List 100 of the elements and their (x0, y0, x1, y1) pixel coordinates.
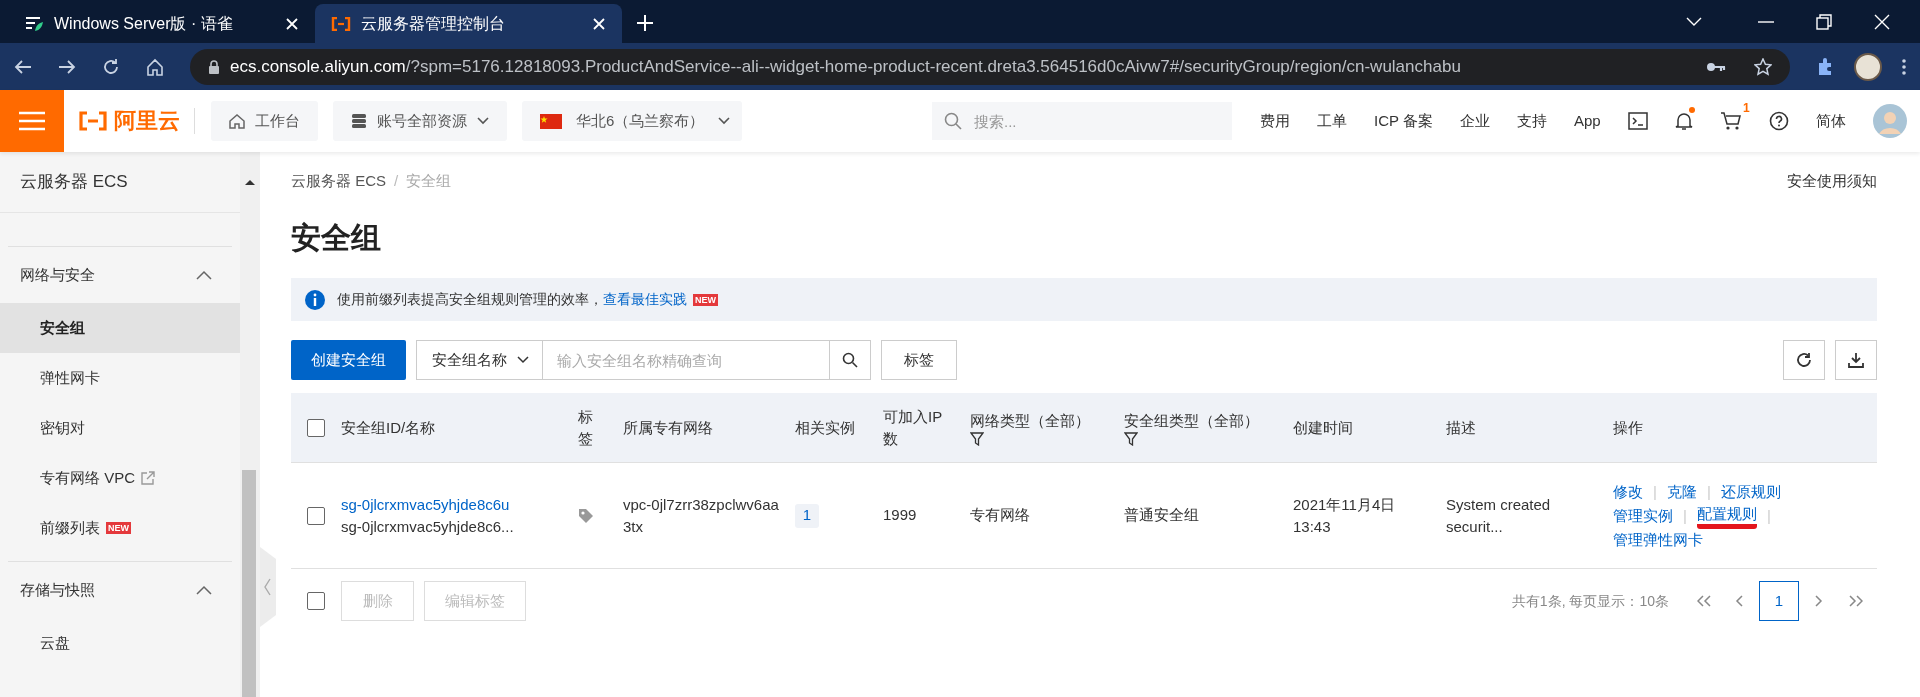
action-separator: | (1705, 481, 1712, 502)
page-button[interactable]: 1 (1759, 581, 1799, 621)
profile-avatar[interactable] (1854, 52, 1882, 81)
tag-button[interactable]: 标签 (881, 340, 957, 380)
best-practice-link[interactable]: 查看最佳实践 (603, 291, 687, 307)
action-link[interactable]: 管理实例 (1613, 503, 1673, 528)
forward-icon[interactable] (58, 58, 76, 75)
region-dropdown[interactable]: 华北6（乌兰察布） (522, 101, 742, 141)
table-cell: 专有网络 (970, 506, 1030, 524)
search-input[interactable]: 输入安全组名称精确查询 (543, 340, 829, 380)
sidebar-item[interactable]: 密钥对 (0, 403, 240, 453)
collapse-handle[interactable] (260, 547, 276, 627)
workbench-button[interactable]: 工作台 (211, 101, 318, 141)
refresh-button[interactable] (1783, 340, 1825, 380)
chevron-up-icon (196, 270, 212, 280)
search-icon (944, 112, 962, 130)
back-icon[interactable] (14, 58, 32, 75)
close-icon[interactable] (592, 16, 606, 31)
cart-count: 1 (1742, 100, 1750, 117)
sidebar-item[interactable]: 安全组 (0, 303, 240, 353)
terminal-icon[interactable] (1627, 112, 1648, 130)
sidebar-item[interactable]: 弹性网卡 (0, 353, 240, 403)
aliyun-logo-icon (78, 111, 108, 131)
scroll-up-icon[interactable] (245, 179, 255, 185)
table-cell-text: vpc-0jl7zrr38zpclwv6aa3tx (623, 494, 780, 537)
close-icon[interactable] (285, 16, 299, 31)
sidebar-group-header[interactable]: 存储与快照 (8, 561, 232, 618)
column-header: 安全组类型（全部） (1124, 410, 1260, 431)
resources-dropdown[interactable]: 账号全部资源 (333, 101, 507, 141)
action-link[interactable]: 修改 (1613, 479, 1643, 504)
column-header: 安全组ID/名称 (341, 417, 437, 438)
chevron-down-icon[interactable] (1686, 16, 1702, 27)
chevron-down-icon (517, 356, 529, 364)
sidebar-item[interactable]: 云盘 (0, 618, 240, 668)
header-link[interactable]: 费用 (1260, 109, 1290, 133)
language-link[interactable]: 简体 (1815, 109, 1846, 133)
browser-tab[interactable]: Windows Server版 · 语雀 (8, 4, 315, 43)
restore-icon[interactable] (1816, 13, 1832, 30)
next-page-icon[interactable] (1815, 595, 1823, 607)
home-icon[interactable] (146, 57, 164, 76)
sidebar-item[interactable]: 专有网络 VPC (0, 453, 240, 503)
sidebar-item[interactable]: 前缀列表 NEW (0, 503, 240, 553)
header-link[interactable]: App (1573, 109, 1601, 133)
minimize-icon[interactable] (1758, 20, 1774, 23)
action-separator: | (1652, 481, 1658, 502)
action-link[interactable]: 配置规则 (1696, 503, 1757, 529)
new-badge: NEW (693, 293, 718, 306)
key-icon[interactable] (1706, 60, 1726, 73)
server-stack-icon (351, 113, 367, 129)
search-button[interactable] (829, 340, 871, 380)
header-link[interactable]: 工单 (1317, 109, 1347, 133)
checkbox[interactable] (307, 506, 325, 525)
table-cell-text: 2021年11月4日 (1293, 494, 1397, 515)
new-badge: NEW (106, 522, 131, 534)
chevron-down-icon (718, 117, 731, 125)
address-bar[interactable]: ecs.console.aliyun.com/?spm=5176.12818093.ProductAndService--ali--widget-home-product-recent.dreta3.564516d0cAivw7#/securityGroup/region/cn-wulanchabu (190, 48, 1790, 85)
download-button[interactable] (1835, 340, 1877, 380)
instance-count-link[interactable]: 1 (795, 503, 819, 528)
lock-icon (208, 59, 220, 74)
breadcrumb-item[interactable]: 云服务器 ECS (291, 169, 386, 193)
notice-text: 使用前缀列表提高安全组规则管理的效率，查看最佳实践 (337, 290, 687, 309)
action-link[interactable]: 克隆 (1666, 479, 1697, 504)
header-link[interactable]: ICP 备案 (1374, 109, 1433, 133)
info-icon (305, 289, 325, 310)
table-cell-text: System created securit... (1446, 494, 1552, 537)
action-link[interactable]: 还原规则 (1720, 479, 1781, 504)
filter-select[interactable]: 安全组名称 (416, 340, 543, 380)
previous-page-icon[interactable] (1735, 595, 1743, 607)
help-icon[interactable] (1768, 111, 1789, 131)
download-icon (1848, 352, 1864, 368)
new-tab-icon[interactable] (636, 14, 654, 32)
breadcrumb-separator: / (394, 170, 399, 191)
create-button[interactable]: 创建安全组 (291, 340, 406, 380)
security-group-link[interactable]: sg-0jlcrxmvac5yhjde8c6u (341, 493, 578, 516)
reload-icon[interactable] (102, 57, 120, 76)
help-link[interactable]: 安全使用须知 (1787, 169, 1877, 193)
header-link[interactable]: 企业 (1459, 109, 1490, 133)
aliyun-logo-icon (331, 16, 351, 31)
action-link[interactable]: 管理弹性网卡 (1613, 527, 1703, 552)
star-icon[interactable] (1754, 57, 1772, 76)
search-field[interactable]: 搜索... (932, 102, 1232, 140)
cart-icon (1719, 111, 1742, 131)
home-icon (229, 113, 245, 129)
menu-button[interactable] (0, 90, 64, 152)
pagination-summary: 共有1条, 每页显示：10条 (1511, 591, 1669, 611)
first-page-icon[interactable] (1697, 595, 1711, 607)
filter-icon[interactable] (970, 431, 984, 446)
last-page-icon[interactable] (1849, 595, 1863, 607)
refresh-icon (1796, 352, 1812, 368)
column-header: 创建时间 (1293, 417, 1354, 438)
browser-tab[interactable]: 云服务器管理控制台 (315, 4, 622, 43)
scrollbar-thumb[interactable] (242, 470, 256, 697)
document-lines-icon (24, 14, 44, 33)
header-link[interactable]: 支持 (1516, 109, 1547, 133)
checkbox[interactable] (307, 592, 325, 610)
table-cell-text: sg-0jlcrxmvac5yhjde8c6... (341, 516, 515, 537)
filter-icon[interactable] (1124, 431, 1138, 446)
more-icon[interactable] (1902, 58, 1906, 75)
close-icon[interactable] (1874, 13, 1890, 30)
checkbox[interactable] (307, 418, 325, 437)
